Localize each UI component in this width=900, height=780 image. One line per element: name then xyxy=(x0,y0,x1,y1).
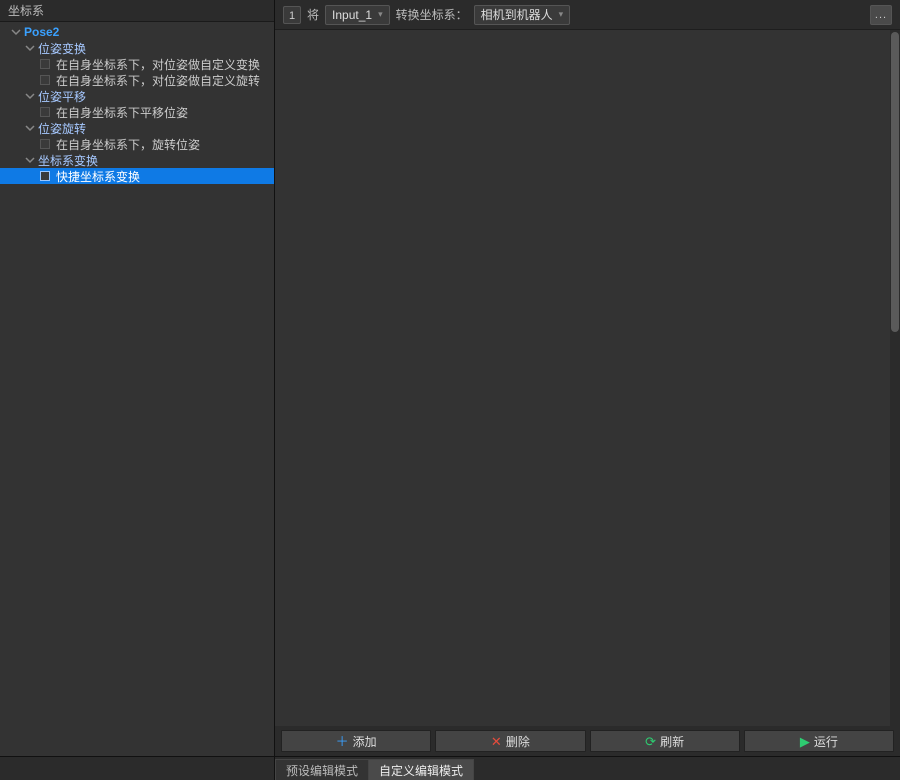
leaf-icon xyxy=(40,139,50,149)
mode-bar-pad xyxy=(0,757,275,780)
chevron-down-icon: ▾ xyxy=(559,9,564,20)
tree-group-label: 位姿旋转 xyxy=(36,120,86,137)
tree-item-label: 在自身坐标系下，对位姿做自定义旋转 xyxy=(54,72,260,89)
tree-view: Pose2 位姿变换 在自身坐标系下，对位姿做自定义变换 在自身坐标系下，对位姿… xyxy=(0,22,274,756)
target-dropdown-value: 相机到机器人 xyxy=(481,6,553,23)
chevron-down-icon xyxy=(24,154,36,166)
tree-group-label: 坐标系变换 xyxy=(36,152,98,169)
tree-item-label: 快捷坐标系变换 xyxy=(54,168,140,185)
input-dropdown[interactable]: Input_1 ▾ xyxy=(325,5,390,25)
more-button[interactable]: ... xyxy=(870,5,892,25)
sidebar: 坐标系 Pose2 位姿变换 在自身坐标系下，对位姿做自定义变换 xyxy=(0,0,275,756)
add-button-label: 添加 xyxy=(353,733,377,750)
tab-custom-mode-label: 自定义编辑模式 xyxy=(379,762,463,779)
play-icon: ▶ xyxy=(800,735,810,748)
run-button[interactable]: ▶ 运行 xyxy=(744,730,894,752)
tree-item[interactable]: 在自身坐标系下，对位姿做自定义旋转 xyxy=(0,72,274,88)
delete-button-label: 删除 xyxy=(506,733,530,750)
refresh-button-label: 刷新 xyxy=(660,733,684,750)
tree-root-label: Pose2 xyxy=(22,25,59,39)
tab-preset-mode[interactable]: 预设编辑模式 xyxy=(275,759,369,780)
tree-item-label: 在自身坐标系下，旋转位姿 xyxy=(54,136,200,153)
tree-item[interactable]: 在自身坐标系下平移位姿 xyxy=(0,104,274,120)
row-index[interactable]: 1 xyxy=(283,6,301,24)
word-apply: 将 xyxy=(307,6,319,23)
chevron-down-icon xyxy=(24,90,36,102)
x-icon: ✕ xyxy=(491,735,502,748)
plus-icon: ＋ xyxy=(336,735,349,748)
vertical-scrollbar[interactable] xyxy=(890,30,900,726)
tab-custom-mode[interactable]: 自定义编辑模式 xyxy=(368,759,474,780)
tree-group-label: 位姿变换 xyxy=(36,40,86,57)
target-dropdown[interactable]: 相机到机器人 ▾ xyxy=(474,5,571,25)
content-area xyxy=(275,30,900,726)
refresh-icon: ⟳ xyxy=(645,735,656,748)
leaf-icon xyxy=(40,171,50,181)
sidebar-title: 坐标系 xyxy=(0,0,274,22)
tree-item-label: 在自身坐标系下平移位姿 xyxy=(54,104,188,121)
tree-item-label: 在自身坐标系下，对位姿做自定义变换 xyxy=(54,56,260,73)
chevron-down-icon xyxy=(24,122,36,134)
action-button-row: ＋ 添加 ✕ 删除 ⟳ 刷新 ▶ 运行 xyxy=(275,726,900,756)
tree-item[interactable]: 在自身坐标系下，对位姿做自定义变换 xyxy=(0,56,274,72)
label-convert-coord: 转换坐标系： xyxy=(396,6,468,23)
tree-group-pose-translate[interactable]: 位姿平移 xyxy=(0,88,274,104)
chevron-down-icon: ▾ xyxy=(378,9,383,20)
parameter-row: 1 将 Input_1 ▾ 转换坐标系： 相机到机器人 ▾ ... xyxy=(275,0,900,30)
tree-group-pose-transform[interactable]: 位姿变换 xyxy=(0,40,274,56)
chevron-down-icon xyxy=(10,26,22,38)
tree-group-label: 位姿平移 xyxy=(36,88,86,105)
chevron-down-icon xyxy=(24,42,36,54)
leaf-icon xyxy=(40,107,50,117)
delete-button[interactable]: ✕ 删除 xyxy=(435,730,585,752)
tree-group-pose-rotate[interactable]: 位姿旋转 xyxy=(0,120,274,136)
add-button[interactable]: ＋ 添加 xyxy=(281,730,431,752)
tab-preset-mode-label: 预设编辑模式 xyxy=(286,762,358,779)
leaf-icon xyxy=(40,75,50,85)
tree-group-coord-transform[interactable]: 坐标系变换 xyxy=(0,152,274,168)
tree-item[interactable]: 在自身坐标系下，旋转位姿 xyxy=(0,136,274,152)
run-button-label: 运行 xyxy=(814,733,838,750)
tree-item-quick-coord-transform[interactable]: 快捷坐标系变换 xyxy=(0,168,274,184)
right-pane: 1 将 Input_1 ▾ 转换坐标系： 相机到机器人 ▾ ... ＋ 添加 xyxy=(275,0,900,756)
refresh-button[interactable]: ⟳ 刷新 xyxy=(590,730,740,752)
input-dropdown-value: Input_1 xyxy=(332,8,372,22)
scrollbar-thumb[interactable] xyxy=(891,32,899,332)
mode-bar: 预设编辑模式 自定义编辑模式 xyxy=(0,756,900,780)
tree-root-pose2[interactable]: Pose2 xyxy=(0,24,274,40)
leaf-icon xyxy=(40,59,50,69)
